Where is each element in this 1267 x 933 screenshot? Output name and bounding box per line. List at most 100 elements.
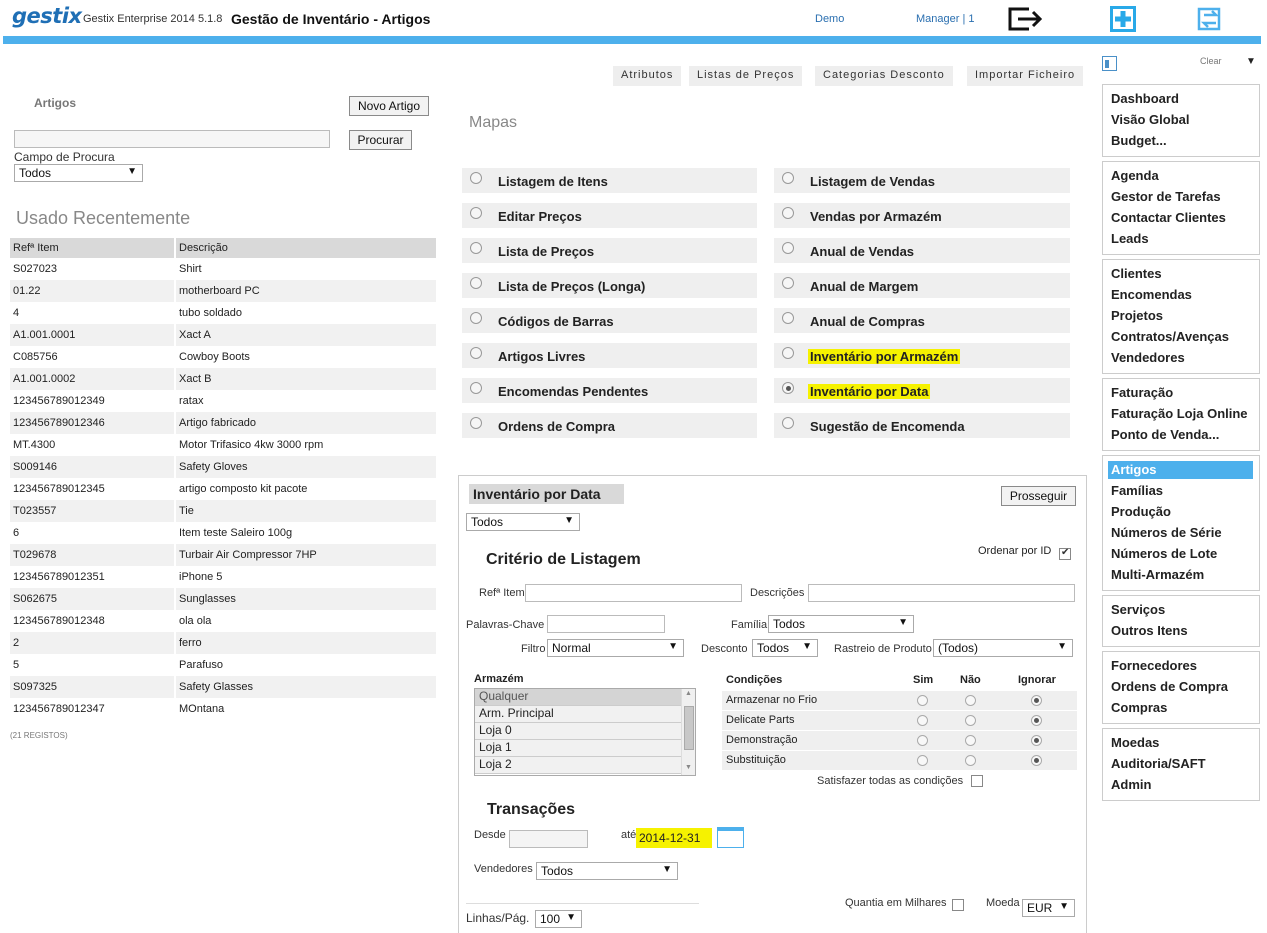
ate-input[interactable]: 2014-12-31 <box>636 828 712 848</box>
cell-descricao[interactable]: Item teste Saleiro 100g <box>175 522 438 544</box>
cell-descricao[interactable]: motherboard PC <box>175 280 438 302</box>
desde-input[interactable] <box>509 830 588 848</box>
mapa-label[interactable]: Sugestão de Encomenda <box>808 419 967 434</box>
cell-ref[interactable]: A1.001.0002 <box>10 368 176 390</box>
search-input[interactable] <box>14 130 330 148</box>
table-row[interactable]: 6 Item teste Saleiro 100g <box>10 522 438 544</box>
cell-descricao[interactable]: artigo composto kit pacote <box>175 478 438 500</box>
table-row[interactable]: C085756 Cowboy Boots <box>10 346 438 368</box>
table-row[interactable]: T029678 Turbair Air Compressor 7HP <box>10 544 438 566</box>
mapa-option[interactable]: Inventário por Data <box>774 378 1070 403</box>
procurar-button[interactable]: Procurar <box>349 130 412 150</box>
cell-descricao[interactable]: Turbair Air Compressor 7HP <box>175 544 438 566</box>
mapa-label[interactable]: Artigos Livres <box>496 349 587 364</box>
sidebar-item[interactable]: Ponto de Venda... <box>1111 427 1219 442</box>
chevron-down-icon[interactable]: ▼ <box>1246 56 1256 67</box>
cell-ref[interactable]: 123456789012345 <box>10 478 176 500</box>
cell-descricao[interactable]: Xact A <box>175 324 438 346</box>
mapa-option[interactable]: Encomendas Pendentes <box>462 378 757 403</box>
mapa-option[interactable]: Lista de Preços (Longa) <box>462 273 757 298</box>
cell-ref[interactable]: T023557 <box>10 500 176 522</box>
table-row[interactable]: T023557 Tie <box>10 500 438 522</box>
calendar-icon[interactable] <box>717 827 744 848</box>
sidebar-item[interactable]: Encomendas <box>1111 287 1192 302</box>
tab-categorias-desconto[interactable]: Categorias Desconto <box>815 66 953 86</box>
mapa-radio[interactable] <box>782 417 794 429</box>
mapa-radio[interactable] <box>782 347 794 359</box>
sidebar-item[interactable]: Multi-Armazém <box>1111 567 1204 582</box>
condicao-sim-radio[interactable] <box>917 695 928 706</box>
user-name[interactable]: Manager <box>916 13 959 25</box>
cell-ref[interactable]: T029678 <box>10 544 176 566</box>
sidebar-item[interactable]: Serviços <box>1111 602 1165 617</box>
sidebar-item[interactable]: Vendedores <box>1111 350 1185 365</box>
cell-descricao[interactable]: iPhone 5 <box>175 566 438 588</box>
table-row[interactable]: 2 ferro <box>10 632 438 654</box>
rastreio-select[interactable]: (Todos) ▼ <box>933 639 1073 657</box>
mapa-radio[interactable] <box>470 347 482 359</box>
sidebar-item[interactable]: Leads <box>1111 231 1149 246</box>
mapa-label[interactable]: Anual de Margem <box>808 279 920 294</box>
condicao-nao-radio[interactable] <box>965 735 976 746</box>
mapa-option[interactable]: Códigos de Barras <box>462 308 757 333</box>
mapa-radio[interactable] <box>470 312 482 324</box>
cell-ref[interactable]: C085756 <box>10 346 176 368</box>
sidebar-item[interactable]: Admin <box>1111 777 1151 792</box>
mapa-label[interactable]: Anual de Vendas <box>808 244 916 259</box>
sidebar-item[interactable]: Fornecedores <box>1111 658 1197 673</box>
mapa-label[interactable]: Lista de Preços (Longa) <box>496 279 647 294</box>
mapa-option[interactable]: Anual de Vendas <box>774 238 1070 263</box>
table-row[interactable]: 4 tubo soldado <box>10 302 438 324</box>
table-row[interactable]: 123456789012351 iPhone 5 <box>10 566 438 588</box>
sidebar-item[interactable]: Artigos <box>1111 462 1157 477</box>
cell-descricao[interactable]: Safety Gloves <box>175 456 438 478</box>
mapa-radio[interactable] <box>782 242 794 254</box>
desconto-select[interactable]: Todos ▼ <box>752 639 818 657</box>
condicao-nao-radio[interactable] <box>965 755 976 766</box>
sidebar-item[interactable]: Gestor de Tarefas <box>1111 189 1221 204</box>
familia-select[interactable]: Todos ▼ <box>768 615 914 633</box>
mapa-option[interactable]: Listagem de Itens <box>462 168 757 193</box>
cell-descricao[interactable]: Xact B <box>175 368 438 390</box>
sidebar-item[interactable]: Projetos <box>1111 308 1163 323</box>
sidebar-item[interactable]: Números de Lote <box>1111 546 1217 561</box>
campo-procura-select[interactable]: Todos ▼ <box>14 164 143 182</box>
mapa-option[interactable]: Editar Preços <box>462 203 757 228</box>
cell-ref[interactable]: MT.4300 <box>10 434 176 456</box>
mapa-radio[interactable] <box>470 277 482 289</box>
col-ref[interactable]: Refª Item <box>10 238 176 258</box>
mapa-radio[interactable] <box>470 172 482 184</box>
scroll-thumb[interactable] <box>684 706 694 750</box>
sidebar-item[interactable]: Moedas <box>1111 735 1159 750</box>
cell-ref[interactable]: 123456789012351 <box>10 566 176 588</box>
armazem-option[interactable]: Loja 1 <box>475 740 681 757</box>
plus-icon[interactable] <box>1110 6 1136 32</box>
sidebar-item[interactable]: Dashboard <box>1111 91 1179 106</box>
sidebar-item[interactable]: Visão Global <box>1111 112 1190 127</box>
table-row[interactable]: S027023 Shirt <box>10 258 438 280</box>
sidebar-item[interactable]: Agenda <box>1111 168 1159 183</box>
palavras-chave-input[interactable] <box>547 615 665 633</box>
scroll-up-icon[interactable]: ▲ <box>685 690 692 697</box>
condicao-ignorar-radio[interactable] <box>1031 715 1042 726</box>
sync-icon[interactable] <box>1196 6 1224 32</box>
cell-ref[interactable]: 123456789012347 <box>10 698 176 720</box>
ordenar-id-checkbox[interactable] <box>1059 547 1071 560</box>
mapa-radio[interactable] <box>470 242 482 254</box>
cell-ref[interactable]: 123456789012348 <box>10 610 176 632</box>
cell-ref[interactable]: 2 <box>10 632 176 654</box>
mapa-label[interactable]: Editar Preços <box>496 209 584 224</box>
col-descricao[interactable]: Descrição <box>175 238 438 258</box>
cell-descricao[interactable]: Tie <box>175 500 438 522</box>
mapa-option[interactable]: Inventário por Armazém <box>774 343 1070 368</box>
cell-ref[interactable]: 6 <box>10 522 176 544</box>
cell-descricao[interactable]: Shirt <box>175 258 438 280</box>
mapa-radio[interactable] <box>782 172 794 184</box>
ref-item-input[interactable] <box>525 584 742 602</box>
mapa-radio[interactable] <box>470 207 482 219</box>
table-row[interactable]: 123456789012346 Artigo fabricado <box>10 412 438 434</box>
cell-ref[interactable]: A1.001.0001 <box>10 324 176 346</box>
sidebar-item[interactable]: Budget... <box>1111 133 1167 148</box>
table-row[interactable]: 123456789012345 artigo composto kit pacot… <box>10 478 438 500</box>
table-row[interactable]: 123456789012349 ratax <box>10 390 438 412</box>
